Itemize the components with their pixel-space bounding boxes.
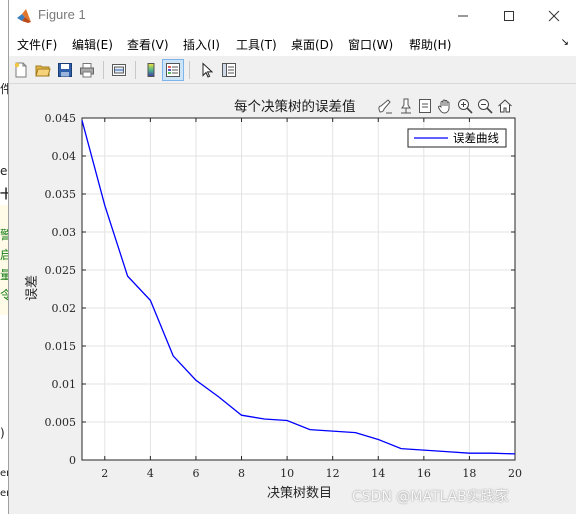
x-tick-label: 2 — [101, 467, 108, 480]
plot-canvas[interactable]: 2 4 6 8 10 12 14 16 18 20 0 0.005 0.01 0.015 0.02 0.025… — [9, 0, 576, 514]
y-tick-label: 0.02 — [52, 302, 77, 315]
x-tick-label: 10 — [280, 467, 294, 480]
watermark-text: CSDN @MATLAB实践家 — [352, 489, 509, 505]
y-tick-label: 0.015 — [45, 340, 77, 353]
y-tick-label: 0.005 — [45, 416, 77, 429]
y-tick-label: 0.04 — [52, 150, 77, 163]
x-tick-label: 14 — [371, 467, 385, 480]
x-tick-label: 20 — [508, 467, 522, 480]
x-tick-label: 18 — [462, 467, 476, 480]
y-tick-label: 0.03 — [52, 226, 77, 239]
y-tick-label: 0.025 — [45, 264, 77, 277]
x-axis-label: 决策树数目 — [267, 485, 332, 501]
x-tick-label: 4 — [147, 467, 154, 480]
background-text: e — [0, 164, 8, 178]
x-tick-label: 12 — [326, 467, 340, 480]
y-tick-label: 0.045 — [45, 112, 77, 125]
x-tick-label: 8 — [238, 467, 245, 480]
background-text: ) — [0, 426, 5, 440]
y-tick-label: 0.01 — [52, 378, 77, 391]
y-tick-label: 0 — [69, 454, 76, 467]
y-tick-label: 0.035 — [45, 188, 77, 201]
legend-label: 误差曲线 — [453, 131, 499, 145]
y-axis-label: 误差 — [25, 275, 40, 301]
x-tick-label: 6 — [192, 467, 199, 480]
figure-window: Figure 1 文件(F) 编辑(E) 查看(V) 插入(I) 工具(T) 桌… — [8, 0, 576, 514]
plot-area[interactable] — [82, 118, 515, 460]
x-tick-label: 16 — [417, 467, 431, 480]
